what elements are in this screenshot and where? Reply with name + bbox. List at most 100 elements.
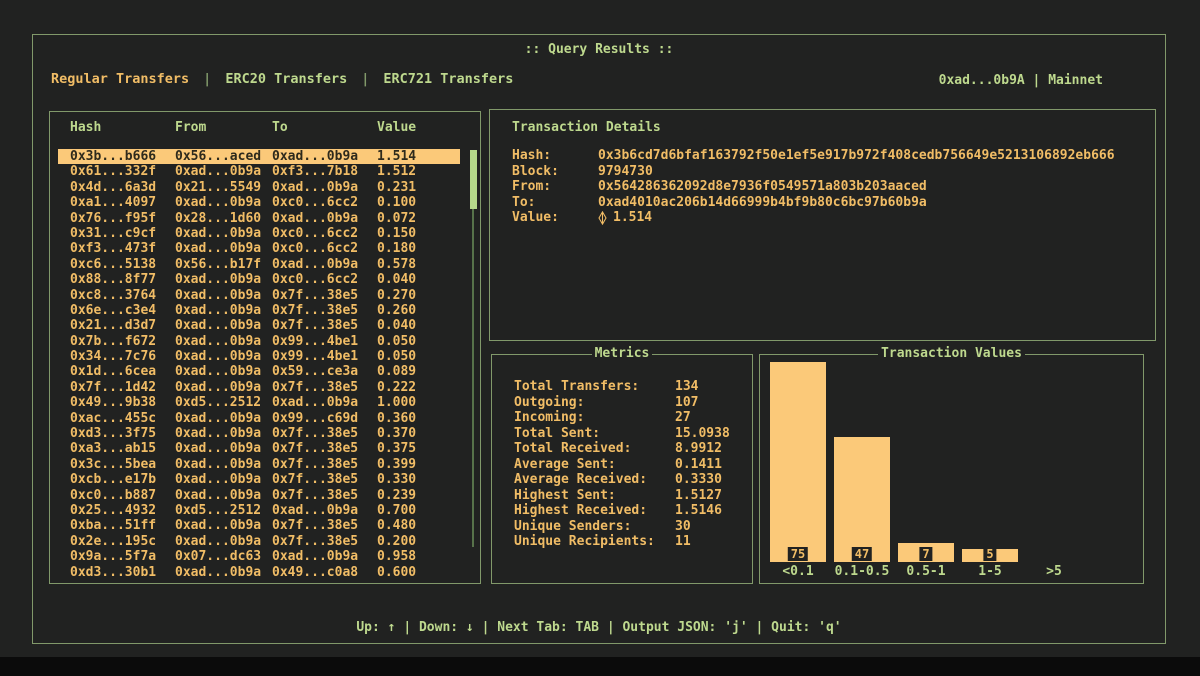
table-row[interactable]: 0x6e...c3e40xad...0b9a0x7f...38e50.260 <box>58 303 460 318</box>
table-row[interactable]: 0x76...f95f0x28...1d600xad...0b9a0.072 <box>58 211 460 226</box>
metric-label: Unique Recipients: <box>514 534 675 550</box>
metric-value: 30 <box>675 519 744 535</box>
cell-from: 0xad...0b9a <box>175 303 272 318</box>
cell-hash: 0xa3...ab15 <box>70 441 175 456</box>
scrollbar-track[interactable] <box>472 209 474 547</box>
cell-from: 0x56...aced <box>175 149 272 164</box>
table-row[interactable]: 0xac...455c0xad...0b9a0x99...c69d0.360 <box>58 411 460 426</box>
table-row[interactable]: 0x7b...f6720xad...0b9a0x99...4be10.050 <box>58 334 460 349</box>
table-row[interactable]: 0x7f...1d420xad...0b9a0x7f...38e50.222 <box>58 380 460 395</box>
table-row[interactable]: 0xc0...b8870xad...0b9a0x7f...38e50.239 <box>58 488 460 503</box>
metric-row: Average Received:0.3330 <box>514 472 744 488</box>
metric-value: 8.9912 <box>675 441 744 457</box>
cell-to: 0xad...0b9a <box>272 211 377 226</box>
table-row[interactable]: 0xf3...473f0xad...0b9a0xc0...6cc20.180 <box>58 241 460 256</box>
tab-regular-transfers[interactable]: Regular Transfers <box>51 71 189 87</box>
table-row[interactable]: 0xa3...ab150xad...0b9a0x7f...38e50.375 <box>58 441 460 456</box>
table-row[interactable]: 0xba...51ff0xad...0b9a0x7f...38e50.480 <box>58 518 460 533</box>
cell-from: 0x21...5549 <box>175 180 272 195</box>
table-row[interactable]: 0x31...c9cf0xad...0b9a0xc0...6cc20.150 <box>58 226 460 241</box>
metric-row: Total Sent:15.0938 <box>514 426 744 442</box>
cell-from: 0xad...0b9a <box>175 318 272 333</box>
cell-value: 1.000 <box>377 395 460 410</box>
metric-row: Total Received:8.9912 <box>514 441 744 457</box>
table-row[interactable]: 0x49...9b380xd5...25120xad...0b9a1.000 <box>58 395 460 410</box>
cell-to: 0xad...0b9a <box>272 180 377 195</box>
table-row[interactable]: 0x21...d3d70xad...0b9a0x7f...38e50.040 <box>58 318 460 333</box>
metric-row: Unique Senders:30 <box>514 519 744 535</box>
cell-value: 0.040 <box>377 272 460 287</box>
cell-from: 0xad...0b9a <box>175 441 272 456</box>
chart-bar: 47 <box>834 437 890 562</box>
cell-hash: 0x9a...5f7a <box>70 549 175 564</box>
window-title: :: Query Results :: <box>33 42 1165 57</box>
metric-label: Unique Senders: <box>514 519 675 535</box>
cell-value: 0.700 <box>377 503 460 518</box>
table-row[interactable]: 0xcb...e17b0xad...0b9a0x7f...38e50.330 <box>58 472 460 487</box>
column-header-value: Value <box>377 120 460 135</box>
cell-from: 0x07...dc63 <box>175 549 272 564</box>
table-row[interactable]: 0x34...7c760xad...0b9a0x99...4be10.050 <box>58 349 460 364</box>
metric-row: Average Sent:0.1411 <box>514 457 744 473</box>
table-row[interactable]: 0x2e...195c0xad...0b9a0x7f...38e50.200 <box>58 534 460 549</box>
detail-value: 0x564286362092d8e7936f0549571a803b203aac… <box>598 179 1145 195</box>
column-header-to: To <box>272 120 377 135</box>
table-row[interactable]: 0x88...8f770xad...0b9a0xc0...6cc20.040 <box>58 272 460 287</box>
cell-value: 0.089 <box>377 364 460 379</box>
cell-value: 0.399 <box>377 457 460 472</box>
tab-erc721-transfers[interactable]: ERC721 Transfers <box>383 71 513 87</box>
cell-from: 0xad...0b9a <box>175 364 272 379</box>
cell-value: 0.150 <box>377 226 460 241</box>
cell-hash: 0x4d...6a3d <box>70 180 175 195</box>
metric-row: Total Transfers:134 <box>514 379 744 395</box>
metric-value: 0.3330 <box>675 472 744 488</box>
table-row[interactable]: 0xd3...30b10xad...0b9a0x49...c0a80.600 <box>58 565 460 578</box>
cell-from: 0xad...0b9a <box>175 518 272 533</box>
metric-label: Outgoing: <box>514 395 675 411</box>
query-results-window: :: Query Results :: Regular Transfers|ER… <box>32 34 1166 644</box>
table-row[interactable]: 0xa1...40970xad...0b9a0xc0...6cc20.100 <box>58 195 460 210</box>
metric-label: Total Transfers: <box>514 379 675 395</box>
metrics-title: Metrics <box>492 346 752 361</box>
screen: :: Query Results :: Regular Transfers|ER… <box>0 0 1200 676</box>
cell-hash: 0xba...51ff <box>70 518 175 533</box>
detail-field: To:0xad4010ac206b14d66999b4bf9b80c6bc97b… <box>512 195 1145 211</box>
cell-hash: 0xc0...b887 <box>70 488 175 503</box>
cell-to: 0xc0...6cc2 <box>272 272 377 287</box>
table-row[interactable]: 0xc6...51380x56...b17f0xad...0b9a0.578 <box>58 257 460 272</box>
cell-value: 0.270 <box>377 288 460 303</box>
table-row[interactable]: 0x3c...5bea0xad...0b9a0x7f...38e50.399 <box>58 457 460 472</box>
cell-value: 0.231 <box>377 180 460 195</box>
detail-field: Hash:0x3b6cd7d6bfaf163792f50e1ef5e917b97… <box>512 148 1145 164</box>
metric-value: 11 <box>675 534 744 550</box>
detail-label: Value: <box>512 210 598 226</box>
scrollbar-thumb[interactable] <box>470 150 477 209</box>
table-row[interactable]: 0x9a...5f7a0x07...dc630xad...0b9a0.958 <box>58 549 460 564</box>
cell-value: 0.360 <box>377 411 460 426</box>
cell-to: 0x7f...38e5 <box>272 441 377 456</box>
bar-value-label: 5 <box>983 547 996 561</box>
cell-hash: 0xd3...3f75 <box>70 426 175 441</box>
table-row[interactable]: 0x4d...6a3d0x21...55490xad...0b9a0.231 <box>58 180 460 195</box>
table-row[interactable]: 0xc8...37640xad...0b9a0x7f...38e50.270 <box>58 288 460 303</box>
transfers-list: 0x3b...b6660x56...aced0xad...0b9a1.5140x… <box>50 149 480 578</box>
cell-to: 0x7f...38e5 <box>272 534 377 549</box>
terminal-background: :: Query Results :: Regular Transfers|ER… <box>0 0 1200 657</box>
table-row[interactable]: 0xd3...3f750xad...0b9a0x7f...38e50.370 <box>58 426 460 441</box>
cell-hash: 0x1d...6cea <box>70 364 175 379</box>
cell-to: 0x49...c0a8 <box>272 565 377 578</box>
cell-hash: 0x49...9b38 <box>70 395 175 410</box>
table-row[interactable]: 0x61...332f0xad...0b9a0xf3...7b181.512 <box>58 164 460 179</box>
cell-to: 0x7f...38e5 <box>272 288 377 303</box>
table-row[interactable]: 0x1d...6cea0xad...0b9a0x59...ce3a0.089 <box>58 364 460 379</box>
cell-value: 0.958 <box>377 549 460 564</box>
cell-from: 0xad...0b9a <box>175 272 272 287</box>
table-row[interactable]: 0x25...49320xd5...25120xad...0b9a0.700 <box>58 503 460 518</box>
table-row[interactable]: 0x3b...b6660x56...aced0xad...0b9a1.514 <box>58 149 460 164</box>
details-fields: Hash:0x3b6cd7d6bfaf163792f50e1ef5e917b97… <box>512 148 1145 226</box>
detail-value: 0xad4010ac206b14d66999b4bf9b80c6bc97b60b… <box>598 195 1145 211</box>
cell-from: 0x56...b17f <box>175 257 272 272</box>
transaction-details-panel: Transaction Details Hash:0x3b6cd7d6bfaf1… <box>489 109 1156 341</box>
metric-label: Highest Sent: <box>514 488 675 504</box>
tab-erc20-transfers[interactable]: ERC20 Transfers <box>225 71 347 87</box>
